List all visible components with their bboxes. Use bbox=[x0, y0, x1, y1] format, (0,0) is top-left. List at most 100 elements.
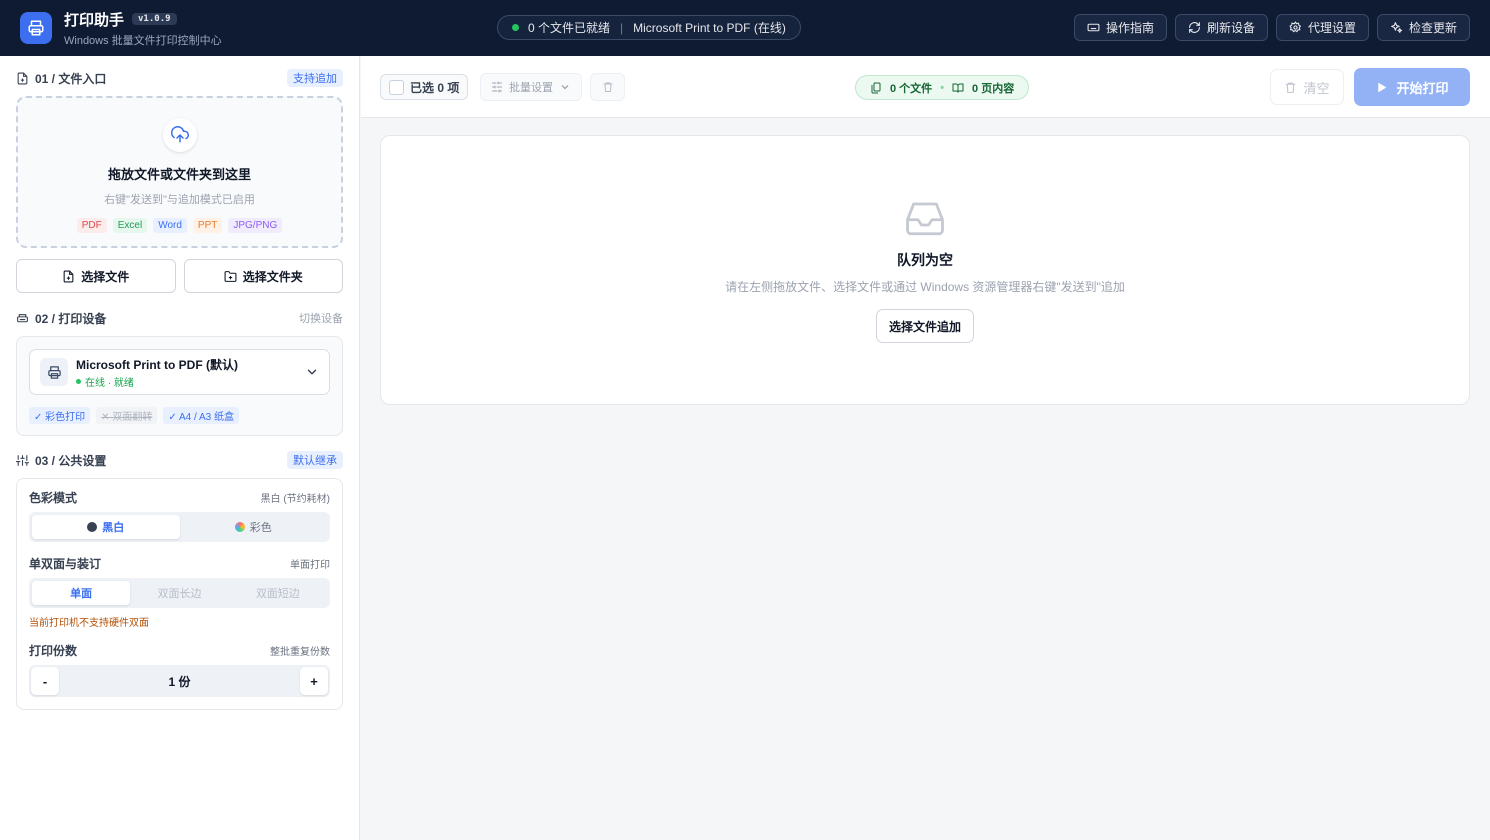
bw-circle-icon bbox=[87, 522, 98, 532]
append-tag: 支持追加 bbox=[287, 69, 343, 87]
format-tags: PDF Excel Word PPT JPG/PNG bbox=[76, 218, 283, 233]
device-select[interactable]: Microsoft Print to PDF (默认) 在线 · 就绪 bbox=[29, 349, 330, 395]
bw-label: 黑白 bbox=[102, 522, 125, 534]
duplex-toggle: 单面 双面长边 双面短边 bbox=[29, 578, 330, 608]
file-plus-icon bbox=[17, 72, 28, 84]
batch-settings-label: 批量设置 bbox=[509, 82, 553, 94]
sliders-icon bbox=[492, 81, 502, 93]
device-card: Microsoft Print to PDF (默认) 在线 · 就绪 ✓ 彩色… bbox=[16, 336, 343, 436]
settings-section-title: 03 / 公共设置 bbox=[35, 453, 107, 468]
page-count: 0 页内容 bbox=[972, 82, 1015, 95]
color-option-color[interactable]: 彩色 bbox=[180, 515, 328, 539]
sparkles-icon bbox=[1391, 22, 1403, 33]
color-label: 彩色 bbox=[249, 522, 272, 534]
format-tag-word: Word bbox=[153, 218, 187, 233]
color-option-bw[interactable]: 黑白 bbox=[32, 515, 180, 539]
select-all-checkbox[interactable] bbox=[389, 79, 404, 95]
queue-stats: 0 个文件 • 0 页内容 bbox=[855, 75, 1030, 100]
online-dot-icon bbox=[76, 378, 81, 384]
update-label: 检查更新 bbox=[1408, 21, 1457, 35]
queue-empty-state: 队列为空 请在左侧拖放文件、选择文件或通过 Windows 资源管理器右键"发送… bbox=[380, 135, 1470, 405]
guide-label: 操作指南 bbox=[1105, 21, 1154, 35]
chevron-down-icon bbox=[307, 369, 317, 375]
duplex-warning: 当前打印机不支持硬件双面 bbox=[29, 618, 149, 629]
printer-logo-icon bbox=[20, 12, 52, 44]
color-mode-hint: 黑白 (节约耗材) bbox=[260, 494, 330, 505]
file-dropzone[interactable]: 拖放文件或文件夹到这里 右键"发送到"与追加模式已启用 PDF Excel Wo… bbox=[16, 96, 343, 248]
upload-cloud-icon bbox=[162, 118, 197, 152]
trash-icon bbox=[603, 82, 612, 92]
online-dot-icon bbox=[512, 24, 519, 31]
format-tag-pdf: PDF bbox=[76, 218, 107, 233]
delete-selected-button[interactable] bbox=[590, 73, 625, 101]
duplex-option-long-edge[interactable]: 双面长边 bbox=[130, 581, 228, 605]
gear-icon bbox=[1289, 21, 1302, 33]
start-print-label: 开始打印 bbox=[1396, 80, 1449, 96]
file-count: 0 个文件 bbox=[890, 82, 933, 95]
copies-value[interactable]: 1 份 bbox=[59, 673, 300, 690]
queue-toolbar: 已选 0 项 批量设置 0 个文件 • 0 页内容 清空 开始打印 bbox=[361, 56, 1490, 118]
copies-hint: 整批重复份数 bbox=[270, 647, 330, 658]
files-section-header: 01 / 文件入口 支持追加 bbox=[16, 68, 343, 88]
keyboard-icon bbox=[1087, 23, 1100, 32]
play-icon bbox=[1378, 82, 1387, 92]
clear-queue-button[interactable]: 清空 bbox=[1270, 69, 1344, 105]
check-update-button[interactable]: 检查更新 bbox=[1376, 14, 1470, 41]
add-files-button[interactable]: 选择文件追加 bbox=[875, 309, 974, 343]
choose-file-button[interactable]: 选择文件 bbox=[16, 259, 176, 293]
printer-icon bbox=[17, 313, 28, 322]
sidebar: 01 / 文件入口 支持追加 拖放文件或文件夹到这里 右键"发送到"与追加模式已… bbox=[0, 56, 360, 840]
format-tag-excel: Excel bbox=[112, 218, 148, 233]
files-icon bbox=[871, 82, 881, 93]
device-section-header: 02 / 打印设备 切换设备 bbox=[16, 308, 343, 328]
choose-file-label: 选择文件 bbox=[81, 269, 130, 284]
copies-increment-button[interactable]: + bbox=[300, 667, 328, 695]
device-capabilities: ✓ 彩色打印 ✕ 双面翻转 ✓ A4 / A3 纸盒 bbox=[29, 407, 330, 424]
app-header: 打印助手 v1.0.9 Windows 批量文件打印控制中心 0 个文件已就绪 … bbox=[0, 0, 1490, 56]
duplex-label: 单双面与装订 bbox=[29, 557, 102, 571]
current-device: Microsoft Print to PDF (在线) bbox=[633, 21, 786, 35]
inherit-tag: 默认继承 bbox=[287, 451, 343, 469]
copies-label: 打印份数 bbox=[29, 644, 78, 658]
copies-decrement-button[interactable]: - bbox=[31, 667, 59, 695]
switch-device-link[interactable]: 切换设备 bbox=[299, 310, 343, 326]
device-name: Microsoft Print to PDF (默认) bbox=[76, 357, 238, 372]
sliders-icon bbox=[16, 454, 29, 466]
palette-icon bbox=[234, 522, 245, 532]
status-separator: | bbox=[620, 20, 624, 35]
refresh-icon bbox=[1189, 22, 1200, 33]
batch-settings-button[interactable]: 批量设置 bbox=[480, 73, 582, 101]
duplex-option-single[interactable]: 单面 bbox=[32, 581, 131, 605]
duplex-hint: 单面打印 bbox=[290, 560, 330, 571]
color-mode-label: 色彩模式 bbox=[29, 491, 78, 505]
refresh-label: 刷新设备 bbox=[1206, 21, 1255, 35]
status-pill: 0 个文件已就绪 | Microsoft Print to PDF (在线) bbox=[497, 15, 801, 40]
start-print-button[interactable]: 开始打印 bbox=[1354, 68, 1470, 106]
guide-button[interactable]: 操作指南 bbox=[1073, 14, 1167, 41]
refresh-devices-button[interactable]: 刷新设备 bbox=[1174, 14, 1268, 41]
app-title: 打印助手 bbox=[64, 11, 125, 29]
trash-icon bbox=[1286, 82, 1296, 93]
clear-label: 清空 bbox=[1303, 80, 1330, 96]
folder-plus-icon bbox=[224, 270, 237, 282]
ready-count: 0 个文件已就绪 bbox=[528, 21, 611, 35]
chevron-down-icon bbox=[561, 85, 569, 90]
copies-stepper: - 1 份 + bbox=[29, 665, 330, 697]
app-subtitle: Windows 批量文件打印控制中心 bbox=[64, 34, 222, 47]
duplex-option-short-edge[interactable]: 双面短边 bbox=[229, 581, 327, 605]
format-tag-ppt: PPT bbox=[192, 218, 223, 233]
dropzone-subtitle: 右键"发送到"与追加模式已启用 bbox=[104, 194, 255, 206]
empty-title: 队列为空 bbox=[897, 252, 953, 268]
device-status-text: 在线 · 就绪 bbox=[85, 377, 134, 389]
dropzone-title: 拖放文件或文件夹到这里 bbox=[107, 167, 251, 182]
device-status: 在线 · 就绪 bbox=[76, 374, 305, 389]
proxy-settings-button[interactable]: 代理设置 bbox=[1275, 14, 1369, 41]
select-all-control[interactable]: 已选 0 项 bbox=[380, 74, 469, 100]
format-tag-image: JPG/PNG bbox=[228, 218, 283, 233]
empty-description: 请在左侧拖放文件、选择文件或通过 Windows 资源管理器右键"发送到"追加 bbox=[725, 280, 1125, 294]
proxy-label: 代理设置 bbox=[1307, 21, 1356, 35]
settings-section-header: 03 / 公共设置 默认继承 bbox=[16, 450, 343, 470]
color-mode-toggle: 黑白 彩色 bbox=[29, 512, 330, 542]
choose-folder-button[interactable]: 选择文件夹 bbox=[183, 259, 343, 293]
book-open-icon bbox=[952, 83, 964, 93]
